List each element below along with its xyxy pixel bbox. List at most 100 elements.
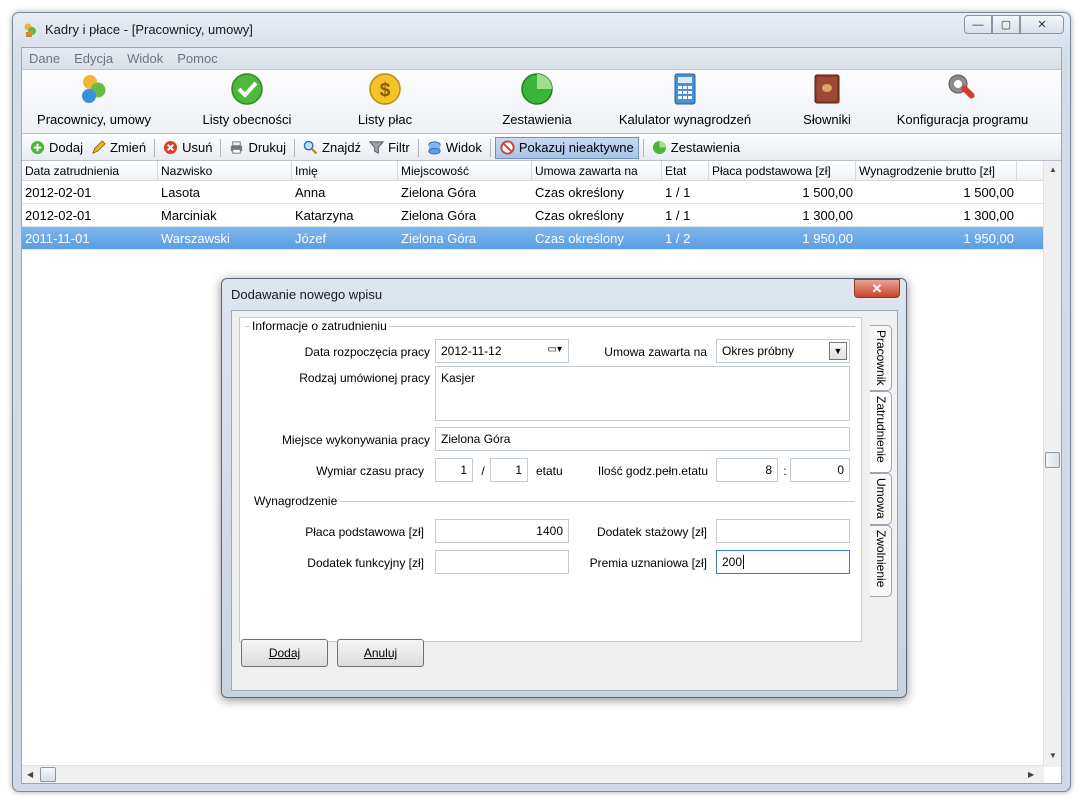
function-label: Dodatek funkcyjny [zł] (307, 556, 424, 570)
table-cell: 1 950,00 (802, 231, 853, 246)
dialog-close-button[interactable]: ✕ (854, 279, 900, 298)
table-cell: Marciniak (161, 208, 217, 223)
toolbar-slowniki-button[interactable]: Słowniki (782, 72, 872, 127)
table-cell: 1 / 2 (665, 231, 691, 246)
znajdz-button[interactable]: Znajdź (299, 137, 365, 159)
minutes-input[interactable]: 0 (790, 458, 850, 482)
toolbar-listy-obecnosci-button[interactable]: Listy obecności (187, 72, 307, 127)
dodaj-button[interactable]: Dodaj (26, 137, 87, 159)
column-header[interactable]: Nazwisko (158, 161, 292, 180)
toolbar-separator (642, 138, 644, 157)
group-employment-label: Informacje o zatrudnieniu (250, 319, 389, 333)
printer-icon (231, 141, 243, 154)
horizontal-scrollbar[interactable]: ◀ ▶ (22, 765, 1044, 783)
people-icon (82, 75, 106, 103)
column-header[interactable]: Płaca podstawowa [zł] (709, 161, 856, 180)
anuluj-dialog-button[interactable]: Anuluj (337, 639, 424, 667)
pokazuj-nieaktywne-toggle[interactable]: Pokazuj nieaktywne (494, 136, 639, 159)
bonus-input[interactable]: 200 (716, 550, 850, 574)
toolbar-pracownicy-button[interactable]: Pracownicy, umowy (34, 72, 154, 127)
worktime-label: Wymiar czasu pracy (316, 464, 424, 478)
table-cell: 1 500,00 (963, 185, 1014, 200)
toolbar-zestawienia-button[interactable]: Zestawienia (477, 72, 597, 127)
action-toolbar: Dodaj Zmień Usuń Drukuj Znajdź Filtr Wid… (22, 135, 1061, 161)
dialog-body: Informacje o zatrudnieniu Data rozpoczęc… (231, 310, 898, 691)
magnifier-icon (303, 140, 318, 155)
table-row[interactable]: 2012-02-01 Marciniak Katarzyna Zielona G… (22, 204, 1044, 227)
hours-input[interactable]: 8 (716, 458, 778, 482)
maximize-button[interactable]: ▢ (992, 15, 1020, 34)
seniority-input[interactable] (716, 519, 850, 543)
drukuj-button[interactable]: Drukuj (225, 137, 290, 159)
column-header[interactable]: Miejscowość (398, 161, 532, 180)
toolbar-listy-plac-button[interactable]: $ Listy płac (330, 72, 440, 127)
dialog-title: Dodawanie nowego wpisu (231, 287, 383, 302)
add-entry-dialog: Dodawanie nowego wpisu ✕ Informacje o za… (221, 278, 907, 698)
pie-chart-icon (521, 73, 553, 105)
worktime-numerator-input[interactable]: 1 (435, 458, 473, 482)
vertical-scroll-thumb[interactable] (1045, 452, 1060, 468)
column-header[interactable]: Umowa zawarta na (532, 161, 662, 180)
table-cell: 1 / 1 (665, 185, 691, 200)
text-caret (743, 555, 745, 569)
delete-icon (164, 140, 178, 155)
widok-button[interactable]: Widok (423, 137, 486, 159)
close-icon: ✕ (871, 280, 883, 296)
minimize-button[interactable]: — (964, 15, 992, 34)
job-type-label: Rodzaj umówionej pracy (299, 371, 430, 385)
dodaj-dialog-button[interactable]: Dodaj (241, 639, 328, 667)
column-header[interactable]: Etat (662, 161, 709, 180)
menu-pomoc[interactable]: Pomoc (177, 51, 217, 66)
book-icon (814, 74, 840, 104)
menu-dane[interactable]: Dane (29, 51, 60, 66)
table-row-selected[interactable]: 2011-11-01 Warszawski Józef Zielona Góra… (22, 227, 1044, 250)
tab-zatrudnienie[interactable]: Zatrudnienie (870, 391, 892, 473)
function-input[interactable] (435, 550, 569, 574)
vertical-scrollbar[interactable]: ▲ ▼ (1043, 161, 1061, 767)
contract-select[interactable]: Okres próbny ▼ (716, 339, 850, 363)
usun-button[interactable]: Usuń (159, 137, 216, 159)
menu-widok[interactable]: Widok (127, 51, 163, 66)
chevron-down-icon[interactable]: ▼ (829, 342, 847, 360)
zestawienia-small-button[interactable]: Zestawienia (648, 137, 744, 159)
main-toolbar: Pracownicy, umowy Listy obecności $ List… (22, 70, 1061, 134)
svg-text:$: $ (380, 80, 391, 101)
close-button[interactable]: ✕ (1020, 15, 1064, 34)
column-header[interactable]: Data zatrudnienia (22, 161, 158, 180)
scroll-left-icon[interactable]: ◀ (27, 770, 33, 779)
menu-bar: Dane Edycja Widok Pomoc (22, 48, 1061, 70)
toolbar-separator (417, 138, 419, 157)
place-input[interactable]: Zielona Góra (435, 427, 850, 451)
calendar-dropdown-icon[interactable]: ▭▾ (548, 344, 562, 355)
tab-zwolnienie[interactable]: Zwolnienie (870, 525, 892, 597)
table-cell: Zielona Góra (401, 231, 477, 246)
start-date-picker[interactable]: 2012-11-12 ▭▾ (435, 339, 569, 363)
table-cell: 1 / 1 (665, 208, 691, 223)
table-cell: 2012-02-01 (25, 185, 92, 200)
seniority-label: Dodatek stażowy [zł] (596, 525, 707, 539)
base-pay-input[interactable]: 1400 (435, 519, 569, 543)
checkmark-icon (231, 73, 263, 105)
tab-pracownik[interactable]: Pracownik (870, 325, 892, 391)
worktime-denominator-input[interactable]: 1 (490, 458, 528, 482)
column-header[interactable]: Imię (292, 161, 398, 180)
inactive-icon (500, 140, 515, 155)
horizontal-scroll-thumb[interactable] (40, 767, 56, 782)
scroll-down-icon[interactable]: ▼ (1049, 751, 1057, 760)
tab-umowa[interactable]: Umowa (870, 473, 892, 525)
start-date-label: Data rozpoczęcia pracy (304, 345, 430, 359)
scroll-right-icon[interactable]: ▶ (1028, 770, 1034, 779)
title-bar[interactable]: Kadry i płace - [Pracownicy, umowy] — ▢ … (13, 13, 1070, 47)
table-row[interactable]: 2012-02-01 Lasota Anna Zielona Góra Czas… (22, 181, 1044, 204)
menu-edycja[interactable]: Edycja (74, 51, 113, 66)
toolbar-kalkulator-button[interactable]: Kalulator wynagrodzeń (610, 72, 760, 127)
zmien-button[interactable]: Zmień (87, 137, 150, 159)
report-icon (652, 140, 666, 155)
scroll-up-icon[interactable]: ▲ (1049, 165, 1057, 174)
table-cell: 1 500,00 (802, 185, 853, 200)
wrench-icon (948, 74, 975, 99)
column-header[interactable]: Wynagrodzenie brutto [zł] (856, 161, 1017, 180)
filtr-button[interactable]: Filtr (365, 137, 414, 159)
job-type-textarea[interactable]: Kasjer (435, 366, 850, 421)
toolbar-konfiguracja-button[interactable]: Konfiguracja programu (890, 72, 1035, 127)
